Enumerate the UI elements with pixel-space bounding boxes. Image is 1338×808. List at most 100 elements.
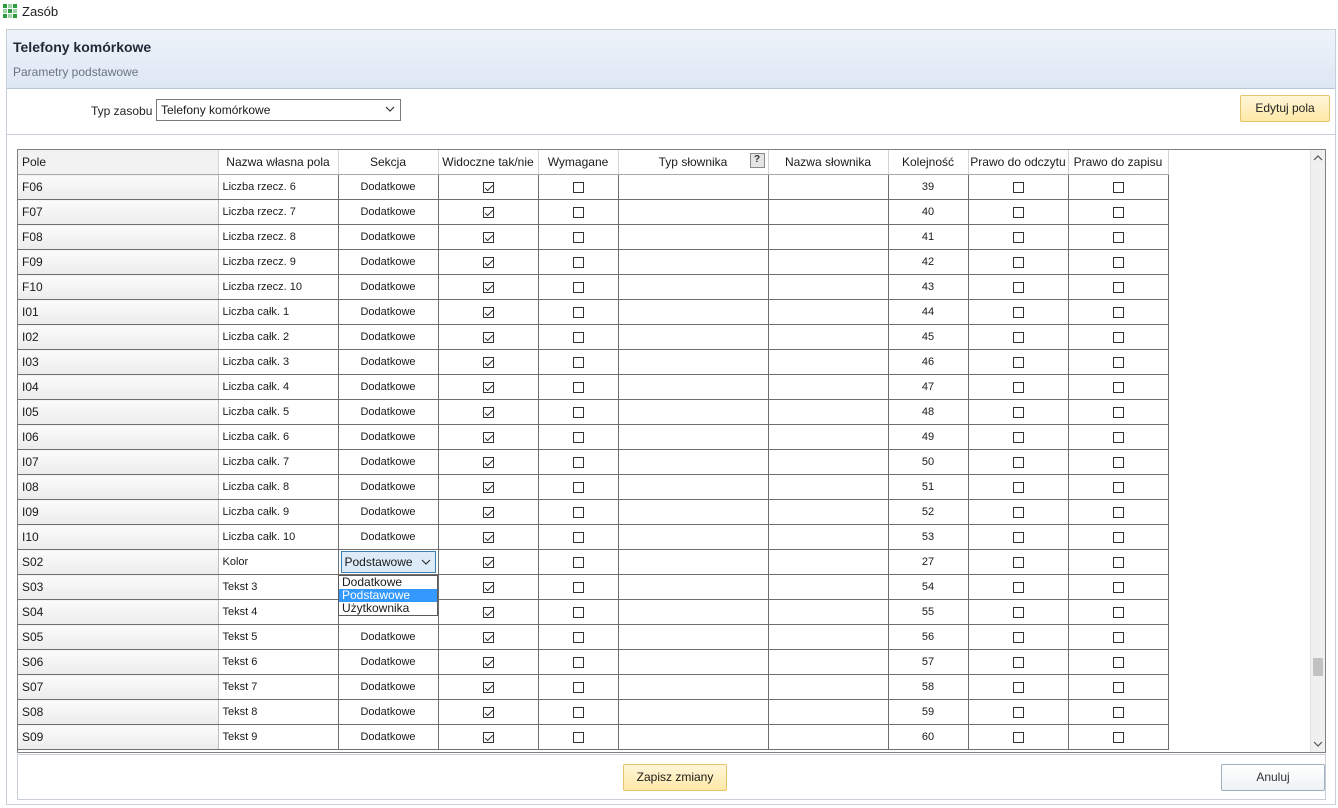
- widoczne-checkbox[interactable]: [482, 706, 494, 718]
- cell-widoczne[interactable]: [438, 699, 539, 725]
- column-header-prawo-odczytu[interactable]: Prawo do odczytu: [968, 150, 1069, 175]
- cell-sekcja[interactable]: Dodatkowe: [338, 424, 439, 450]
- cell-widoczne[interactable]: [438, 574, 539, 600]
- wymagane-checkbox[interactable]: [572, 506, 584, 518]
- prawo-zapisu-checkbox[interactable]: [1112, 481, 1124, 493]
- cell-sekcja[interactable]: Dodatkowe: [338, 249, 439, 275]
- cell-wymagane[interactable]: [538, 349, 619, 375]
- cell-prawo-odczytu[interactable]: [968, 574, 1069, 600]
- widoczne-checkbox[interactable]: [482, 306, 494, 318]
- cell-nazwa-slownika[interactable]: [768, 574, 889, 600]
- anuluj-button[interactable]: Anuluj: [1221, 764, 1325, 791]
- cell-prawo-zapisu[interactable]: [1068, 574, 1169, 600]
- cell-kolejnosc[interactable]: 43: [888, 274, 969, 300]
- wymagane-checkbox[interactable]: [572, 306, 584, 318]
- cell-prawo-zapisu[interactable]: [1068, 699, 1169, 725]
- cell-wymagane[interactable]: [538, 574, 619, 600]
- scroll-down-icon[interactable]: [1313, 740, 1323, 748]
- table-row[interactable]: F06 Liczba rzecz. 6 Dodatkowe 39: [18, 174, 1169, 200]
- cell-nazwa-slownika[interactable]: [768, 174, 889, 200]
- cell-typ-slownika[interactable]: [618, 474, 769, 500]
- table-row[interactable]: I07 Liczba całk. 7 Dodatkowe 50: [18, 449, 1169, 475]
- wymagane-checkbox[interactable]: [572, 256, 584, 268]
- cell-wymagane[interactable]: [538, 624, 619, 650]
- column-header-prawo-zapisu[interactable]: Prawo do zapisu: [1068, 150, 1169, 175]
- cell-nazwa[interactable]: Liczba rzecz. 10: [218, 274, 339, 300]
- table-row[interactable]: S02 Kolor Podstawowe 27: [18, 549, 1169, 575]
- cell-kolejnosc[interactable]: 42: [888, 249, 969, 275]
- vertical-scrollbar[interactable]: [1310, 150, 1325, 752]
- cell-widoczne[interactable]: [438, 199, 539, 225]
- widoczne-checkbox[interactable]: [482, 206, 494, 218]
- cell-widoczne[interactable]: [438, 724, 539, 750]
- cell-nazwa-slownika[interactable]: [768, 474, 889, 500]
- table-row[interactable]: S06 Tekst 6 Dodatkowe 57: [18, 649, 1169, 675]
- cell-wymagane[interactable]: [538, 424, 619, 450]
- cell-wymagane[interactable]: [538, 324, 619, 350]
- prawo-odczytu-checkbox[interactable]: [1012, 356, 1024, 368]
- cell-prawo-zapisu[interactable]: [1068, 674, 1169, 700]
- cell-typ-slownika[interactable]: [618, 374, 769, 400]
- cell-prawo-odczytu[interactable]: [968, 699, 1069, 725]
- cell-prawo-zapisu[interactable]: [1068, 349, 1169, 375]
- cell-nazwa-slownika[interactable]: [768, 424, 889, 450]
- prawo-odczytu-checkbox[interactable]: [1012, 381, 1024, 393]
- cell-sekcja[interactable]: Dodatkowe: [338, 649, 439, 675]
- cell-kolejnosc[interactable]: 51: [888, 474, 969, 500]
- prawo-odczytu-checkbox[interactable]: [1012, 681, 1024, 693]
- cell-kolejnosc[interactable]: 44: [888, 299, 969, 325]
- cell-prawo-odczytu[interactable]: [968, 449, 1069, 475]
- cell-prawo-zapisu[interactable]: [1068, 324, 1169, 350]
- typ-zasobu-select[interactable]: Telefony komórkowe: [156, 99, 401, 121]
- table-row[interactable]: F07 Liczba rzecz. 7 Dodatkowe 40: [18, 199, 1169, 225]
- cell-prawo-zapisu[interactable]: [1068, 624, 1169, 650]
- prawo-odczytu-checkbox[interactable]: [1012, 206, 1024, 218]
- table-row[interactable]: I05 Liczba całk. 5 Dodatkowe 48: [18, 399, 1169, 425]
- cell-sekcja[interactable]: Dodatkowe: [338, 349, 439, 375]
- column-header-typ-slownika[interactable]: Typ słownika ?: [618, 150, 769, 175]
- prawo-zapisu-checkbox[interactable]: [1112, 231, 1124, 243]
- cell-nazwa-slownika[interactable]: [768, 274, 889, 300]
- cell-sekcja[interactable]: Dodatkowe: [338, 299, 439, 325]
- cell-kolejnosc[interactable]: 56: [888, 624, 969, 650]
- cell-prawo-odczytu[interactable]: [968, 274, 1069, 300]
- wymagane-checkbox[interactable]: [572, 681, 584, 693]
- wymagane-checkbox[interactable]: [572, 606, 584, 618]
- cell-prawo-zapisu[interactable]: [1068, 649, 1169, 675]
- widoczne-checkbox[interactable]: [482, 381, 494, 393]
- prawo-zapisu-checkbox[interactable]: [1112, 356, 1124, 368]
- cell-widoczne[interactable]: [438, 474, 539, 500]
- prawo-zapisu-checkbox[interactable]: [1112, 556, 1124, 568]
- cell-sekcja[interactable]: Dodatkowe: [338, 374, 439, 400]
- cell-typ-slownika[interactable]: [618, 224, 769, 250]
- cell-nazwa[interactable]: Liczba całk. 3: [218, 349, 339, 375]
- table-row[interactable]: F08 Liczba rzecz. 8 Dodatkowe 41: [18, 224, 1169, 250]
- wymagane-checkbox[interactable]: [572, 431, 584, 443]
- widoczne-checkbox[interactable]: [482, 656, 494, 668]
- cell-kolejnosc[interactable]: 49: [888, 424, 969, 450]
- wymagane-checkbox[interactable]: [572, 231, 584, 243]
- table-row[interactable]: S04 Tekst 4 55: [18, 599, 1169, 625]
- cell-prawo-zapisu[interactable]: [1068, 174, 1169, 200]
- cell-kolejnosc[interactable]: 54: [888, 574, 969, 600]
- widoczne-checkbox[interactable]: [482, 356, 494, 368]
- wymagane-checkbox[interactable]: [572, 481, 584, 493]
- prawo-zapisu-checkbox[interactable]: [1112, 306, 1124, 318]
- cell-wymagane[interactable]: [538, 549, 619, 575]
- cell-nazwa[interactable]: Liczba całk. 2: [218, 324, 339, 350]
- cell-widoczne[interactable]: [438, 499, 539, 525]
- cell-nazwa[interactable]: Tekst 6: [218, 649, 339, 675]
- prawo-zapisu-checkbox[interactable]: [1112, 581, 1124, 593]
- cell-nazwa-slownika[interactable]: [768, 499, 889, 525]
- cell-typ-slownika[interactable]: [618, 499, 769, 525]
- cell-wymagane[interactable]: [538, 724, 619, 750]
- cell-prawo-zapisu[interactable]: [1068, 274, 1169, 300]
- cell-kolejnosc[interactable]: 39: [888, 174, 969, 200]
- cell-sekcja[interactable]: Dodatkowe: [338, 724, 439, 750]
- cell-prawo-odczytu[interactable]: [968, 524, 1069, 550]
- cell-prawo-zapisu[interactable]: [1068, 224, 1169, 250]
- cell-typ-slownika[interactable]: [618, 349, 769, 375]
- cell-typ-slownika[interactable]: [618, 199, 769, 225]
- cell-kolejnosc[interactable]: 27: [888, 549, 969, 575]
- cell-kolejnosc[interactable]: 53: [888, 524, 969, 550]
